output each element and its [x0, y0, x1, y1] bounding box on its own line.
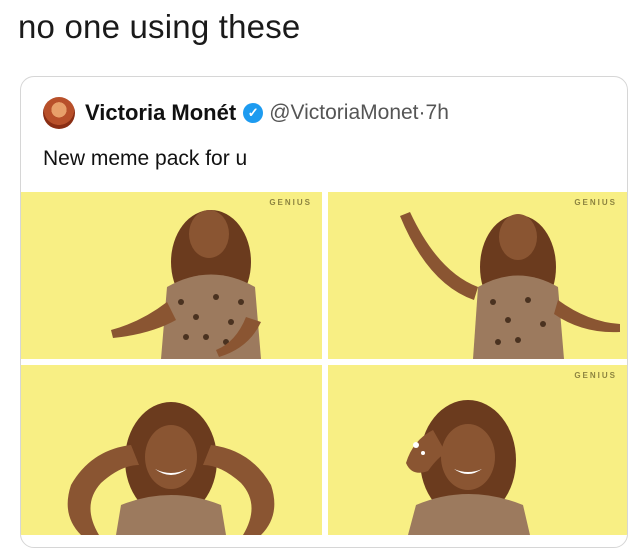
media-tile-3[interactable]: [21, 365, 322, 535]
person-figure: [400, 212, 620, 359]
person-figure: [67, 402, 275, 535]
author-avatar[interactable]: [43, 97, 75, 129]
media-grid: GENIUS GENIUS GENIUS: [21, 192, 627, 535]
author-name[interactable]: Victoria Monét: [85, 100, 236, 126]
media-tile-4[interactable]: GENIUS: [328, 365, 627, 535]
media-tile-1[interactable]: GENIUS: [21, 192, 322, 359]
time-separator: ·: [418, 101, 426, 124]
quoted-tweet-card[interactable]: Victoria Monét ✓ @VictoriaMonet · 7h New…: [20, 76, 628, 548]
tweet-text: New meme pack for u: [43, 147, 248, 170]
media-tile-2[interactable]: GENIUS: [328, 192, 627, 359]
person-figure: [406, 400, 530, 535]
tweet-timestamp[interactable]: 7h: [426, 101, 449, 125]
post-caption: no one using these: [18, 8, 301, 45]
verified-badge-icon: ✓: [243, 103, 264, 123]
author-handle[interactable]: @VictoriaMonet: [269, 101, 418, 125]
person-figure: [111, 210, 261, 359]
tweet-header: Victoria Monét ✓ @VictoriaMonet · 7h: [43, 97, 449, 129]
